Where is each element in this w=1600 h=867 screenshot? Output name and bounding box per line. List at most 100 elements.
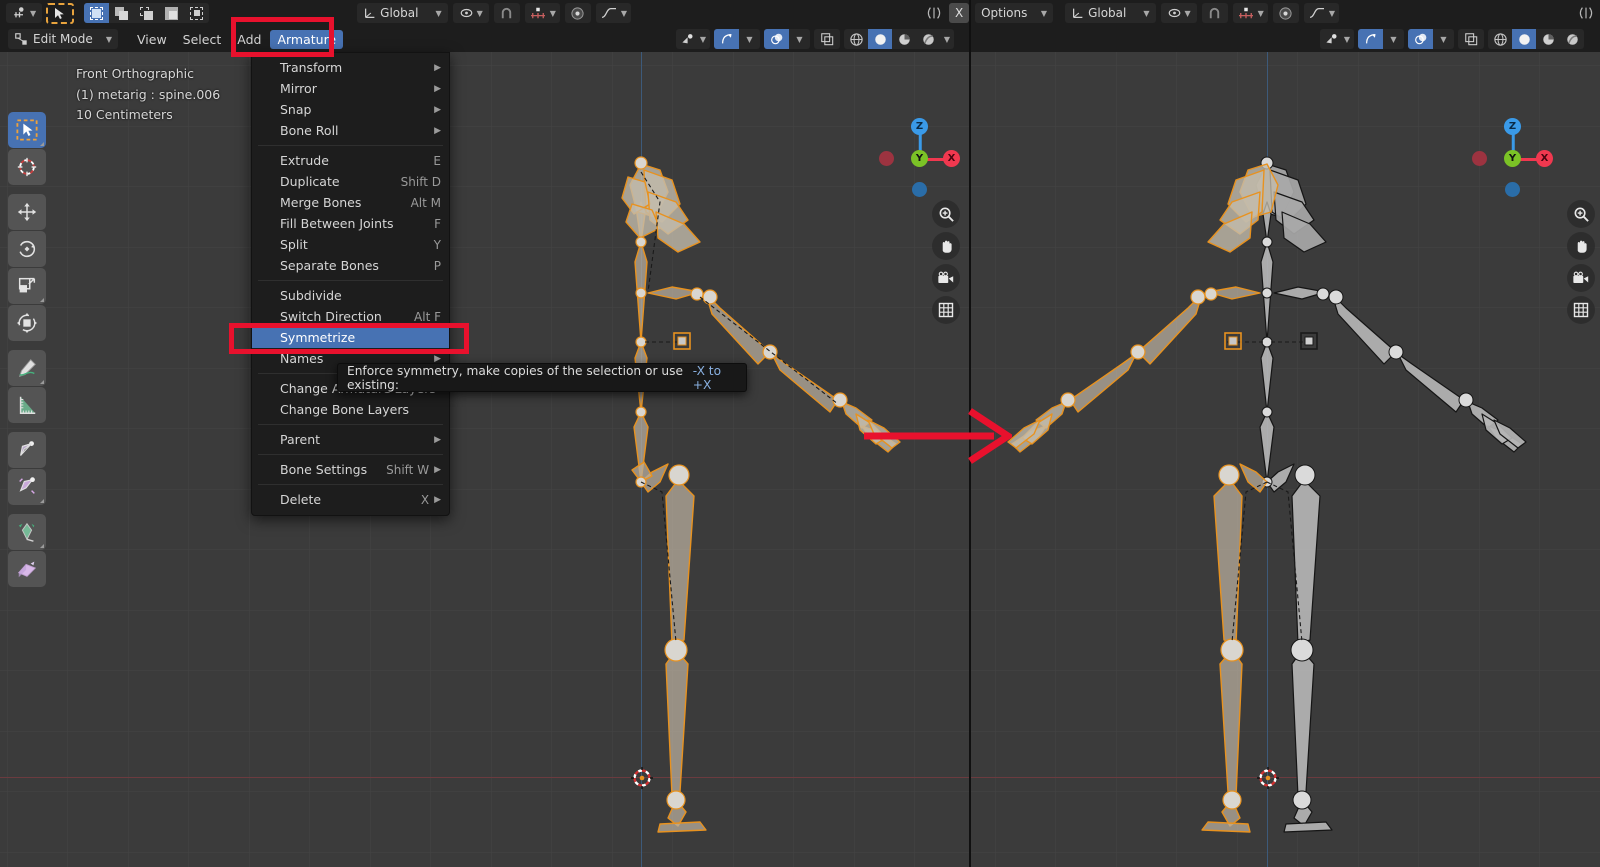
gizmo-dropdown[interactable]: ▼ — [739, 29, 760, 49]
material-preview-button[interactable] — [892, 29, 916, 49]
wireframe-shading-button-right[interactable] — [1488, 29, 1512, 49]
proportional-edit-button[interactable] — [564, 3, 591, 23]
armature-dropdown-menu[interactable]: Transform ▶ Mirror ▶ Snap ▶ Bone Roll ▶ Extrude E… — [251, 52, 450, 516]
menu-armature[interactable]: Armature — [270, 29, 344, 49]
overlays-toggle-button-right[interactable] — [1408, 29, 1433, 49]
rendered-shading-button[interactable] — [916, 29, 940, 49]
tool-bone-size[interactable] — [8, 514, 46, 550]
overlays-toggle-button[interactable] — [764, 29, 789, 49]
gizmo-axis-z[interactable]: Z — [911, 118, 928, 135]
active-tool-button[interactable] — [46, 2, 75, 24]
armature-left — [621, 156, 901, 833]
viewport-right[interactable]: Y Z X — [971, 52, 1600, 867]
toggle-xray-button[interactable] — [814, 29, 840, 49]
tool-measure[interactable] — [8, 387, 46, 423]
menu-item-mirror[interactable]: Mirror ▶ — [252, 78, 449, 99]
navigation-gizmo-left[interactable]: Y Z X — [879, 110, 968, 197]
menu-select[interactable]: Select — [176, 30, 229, 49]
tool-bone-extrude-to-cursor[interactable] — [8, 469, 46, 505]
tool-transform[interactable] — [8, 305, 46, 341]
pan-view-button-left[interactable] — [932, 232, 960, 260]
rendered-shading-button-right[interactable] — [1560, 29, 1584, 49]
gizmo-axis-neg-z-right[interactable] — [1505, 182, 1520, 197]
overlays-dropdown-right[interactable]: ▼ — [1433, 29, 1454, 49]
menu-item-split[interactable]: Split Y — [252, 234, 449, 255]
snap-to-dropdown-right[interactable]: ▼ — [1232, 3, 1268, 23]
menu-item-bone-settings[interactable]: Bone Settings Shift W ▶ — [252, 459, 449, 480]
solid-shading-button[interactable] — [868, 29, 892, 49]
tool-tweak-select[interactable] — [8, 112, 46, 148]
menu-item-change-bone-layers[interactable]: Change Bone Layers — [252, 399, 449, 420]
pivot-point-dropdown[interactable]: ▼ — [452, 3, 489, 23]
object-visibility-dropdown[interactable]: ▼ — [675, 29, 710, 49]
gizmo-toggle-button-right[interactable] — [1358, 29, 1383, 49]
menu-item-separate-bones[interactable]: Separate Bones P — [252, 255, 449, 276]
toggle-xray-button-right[interactable] — [1458, 29, 1484, 49]
toggle-orthographic-button-left[interactable] — [932, 296, 960, 324]
mirror-x-toggle[interactable]: X — [949, 3, 970, 23]
transform-orientation-dropdown[interactable]: Global ▼ — [357, 3, 448, 23]
menu-view[interactable]: View — [130, 30, 174, 49]
gizmo-axis-z-right[interactable]: Z — [1504, 118, 1521, 135]
options-dropdown[interactable]: Options ▼ — [975, 3, 1054, 23]
menu-item-subdivide[interactable]: Subdivide — [252, 285, 449, 306]
material-preview-button-right[interactable] — [1536, 29, 1560, 49]
solid-shading-button-right[interactable] — [1512, 29, 1536, 49]
gizmo-axis-y[interactable]: Y — [911, 150, 928, 167]
tool-scale[interactable] — [8, 268, 46, 304]
tool-move[interactable] — [8, 194, 46, 230]
menu-item-parent[interactable]: Parent ▶ — [252, 429, 449, 450]
gizmo-dropdown-right[interactable]: ▼ — [1383, 29, 1404, 49]
tool-bone-extrude[interactable] — [8, 432, 46, 468]
camera-view-button-left[interactable] — [932, 264, 960, 292]
menu-item-fill-between-joints[interactable]: Fill Between Joints F — [252, 213, 449, 234]
select-mode-subtract[interactable] — [134, 3, 159, 23]
snap-toggle-button[interactable] — [493, 3, 520, 23]
tool-rotate[interactable] — [8, 231, 46, 267]
mode-selector[interactable]: Edit Mode ▼ — [8, 29, 118, 49]
tool-annotate[interactable] — [8, 350, 46, 386]
tool-bone-roll[interactable] — [8, 551, 46, 587]
falloff-dropdown-right[interactable]: ▼ — [1303, 3, 1339, 23]
viewport-left[interactable]: Front Orthographic (1) metarig : spine.0… — [0, 52, 969, 867]
select-mode-intersect[interactable] — [184, 3, 209, 23]
object-visibility-dropdown-right[interactable]: ▼ — [1319, 29, 1354, 49]
zoom-view-button-left[interactable] — [932, 200, 960, 228]
transform-orientation-dropdown-right[interactable]: Global ▼ — [1065, 3, 1156, 23]
zoom-view-button-right[interactable] — [1567, 200, 1595, 228]
wireframe-shading-button[interactable] — [844, 29, 868, 49]
snap-toggle-button-right[interactable] — [1201, 3, 1228, 23]
navigation-gizmo-right[interactable]: Y Z X — [1472, 110, 1561, 197]
menu-item-switch-direction[interactable]: Switch Direction Alt F — [252, 306, 449, 327]
tool-cursor[interactable] — [8, 149, 46, 185]
menu-add[interactable]: Add — [230, 30, 268, 49]
menu-item-duplicate[interactable]: Duplicate Shift D — [252, 171, 449, 192]
snap-to-dropdown[interactable]: ▼ — [524, 3, 560, 23]
menu-item-symmetrize[interactable]: Symmetrize — [252, 327, 449, 348]
select-mode-invert[interactable] — [159, 3, 184, 23]
menu-item-merge-bones[interactable]: Merge Bones Alt M — [252, 192, 449, 213]
menu-item-bone-roll[interactable]: Bone Roll ▶ — [252, 120, 449, 141]
select-mode-extend[interactable] — [109, 3, 134, 23]
proportional-edit-button-right[interactable] — [1272, 3, 1299, 23]
menu-item-transform[interactable]: Transform ▶ — [252, 57, 449, 78]
falloff-dropdown[interactable]: ▼ — [595, 3, 632, 23]
gizmo-axis-x[interactable]: X — [943, 150, 960, 167]
overlays-dropdown[interactable]: ▼ — [789, 29, 810, 49]
gizmo-axis-neg-x-right[interactable] — [1472, 151, 1487, 166]
select-mode-new[interactable] — [84, 3, 110, 23]
toggle-orthographic-button-right[interactable] — [1567, 296, 1595, 324]
menu-item-extrude[interactable]: Extrude E — [252, 150, 449, 171]
pivot-point-dropdown-right[interactable]: ▼ — [1160, 3, 1197, 23]
shading-dropdown[interactable]: ▼ — [940, 29, 954, 49]
menu-item-delete[interactable]: Delete X ▶ — [252, 489, 449, 510]
gizmo-axis-neg-x[interactable] — [879, 151, 894, 166]
gizmo-toggle-button[interactable] — [714, 29, 739, 49]
gizmo-axis-y-right[interactable]: Y — [1504, 150, 1521, 167]
gizmo-axis-neg-z[interactable] — [912, 182, 927, 197]
pan-view-button-right[interactable] — [1567, 232, 1595, 260]
editor-type-button[interactable]: ▼ — [6, 3, 43, 23]
camera-view-button-right[interactable] — [1567, 264, 1595, 292]
menu-item-snap[interactable]: Snap ▶ — [252, 99, 449, 120]
gizmo-axis-x-right[interactable]: X — [1536, 150, 1553, 167]
